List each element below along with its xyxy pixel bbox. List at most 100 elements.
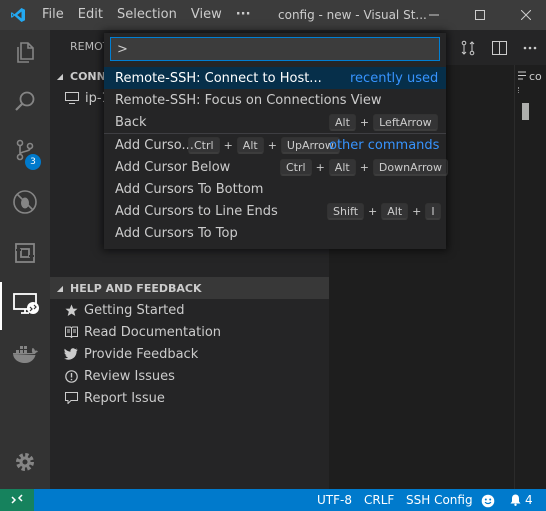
command-palette-input[interactable]: [110, 37, 440, 61]
command-label: Add Cursors to Line Ends: [115, 203, 278, 219]
command-label: Back: [115, 114, 147, 130]
monitor-icon: [62, 92, 82, 104]
help-item-report-issue[interactable]: Report Issue: [50, 387, 329, 409]
command-item[interactable]: Add Curso... Ctrl + Alt + UpArrow other …: [104, 134, 446, 156]
notifications-count: 4: [525, 493, 533, 507]
activity-remote-explorer[interactable]: [0, 282, 50, 330]
help-item-provide-feedback[interactable]: Provide Feedback: [50, 343, 329, 365]
key-label: I: [425, 202, 441, 220]
command-item[interactable]: Add Cursors To Top: [104, 222, 446, 244]
text-cursor: [522, 103, 529, 120]
command-item[interactable]: Add Cursors to Line Ends Shift + Alt + I: [104, 200, 446, 222]
menu-edit[interactable]: Edit: [71, 0, 110, 30]
activity-docker[interactable]: [0, 332, 50, 380]
split-editor-icon[interactable]: [484, 30, 514, 65]
docker-icon: [11, 343, 39, 369]
source-control-badge: 3: [25, 154, 41, 170]
book-icon: [61, 326, 81, 338]
help-item-getting-started[interactable]: Getting Started: [50, 299, 329, 321]
keybinding: Ctrl + Alt + UpArrow: [188, 136, 340, 154]
command-label: Add Cursor Below: [115, 159, 231, 175]
menu-view[interactable]: View: [184, 0, 229, 30]
activity-explorer[interactable]: [0, 30, 50, 78]
help-item-label: Provide Feedback: [84, 346, 199, 362]
minimap-marker: [518, 87, 521, 93]
command-label: Add Cursors To Bottom: [115, 181, 264, 197]
key-label: Alt: [329, 113, 356, 131]
remote-icon: [11, 493, 23, 508]
key-label: Ctrl: [280, 158, 312, 176]
debug-icon: [12, 189, 38, 219]
close-button[interactable]: [509, 0, 543, 30]
chevron-down-icon: ◢: [56, 283, 64, 293]
activity-source-control[interactable]: 3: [0, 128, 50, 176]
command-label: Add Curso...: [115, 137, 194, 153]
menu-file[interactable]: File: [35, 0, 71, 30]
remote-indicator[interactable]: [0, 489, 34, 511]
files-icon: [13, 40, 37, 68]
key-label: DownArrow: [372, 158, 448, 176]
title-bar: File Edit Selection View ··· config - ne…: [0, 0, 546, 30]
gear-icon: [13, 450, 37, 478]
menu-more[interactable]: ···: [229, 0, 258, 30]
menu-bar: File Edit Selection View ···: [35, 0, 258, 30]
feedback-smiley-icon[interactable]: [481, 493, 495, 508]
search-icon: [13, 89, 37, 117]
command-description: recently used: [350, 70, 439, 86]
help-item-label: Read Documentation: [84, 324, 222, 340]
command-item[interactable]: Remote-SSH: Focus on Connections View: [104, 89, 446, 111]
editor-tab-partial[interactable]: co: [518, 70, 542, 83]
star-icon: [61, 304, 81, 317]
maximize-button[interactable]: [463, 0, 497, 30]
key-label: Alt: [328, 158, 356, 176]
editor-outline-strip: co: [514, 65, 546, 489]
window-title: config - new - Visual St...: [278, 8, 427, 22]
comment-icon: [61, 392, 81, 404]
vscode-logo-icon: [0, 0, 35, 30]
menu-selection[interactable]: Selection: [110, 0, 184, 30]
keybinding: Ctrl + Alt + DownArrow: [280, 158, 448, 176]
key-label: Ctrl: [188, 136, 220, 154]
status-line-ending[interactable]: CRLF: [364, 489, 394, 511]
key-label: LeftArrow: [373, 113, 438, 131]
key-label: Shift: [327, 202, 365, 220]
minimize-button[interactable]: [417, 0, 451, 30]
command-item[interactable]: Back Alt + LeftArrow: [104, 111, 446, 133]
status-bar: UTF-8 CRLF SSH Config 4: [0, 489, 546, 511]
help-item-review-issues[interactable]: Review Issues: [50, 365, 329, 387]
chevron-down-icon: ◢: [56, 71, 64, 81]
key-label: Alt: [381, 202, 409, 220]
keybinding: Shift + Alt + I: [327, 202, 441, 220]
open-changes-icon[interactable]: [453, 30, 483, 65]
activity-manage[interactable]: [0, 440, 50, 488]
file-list-icon: [518, 70, 526, 83]
keybinding: Alt + LeftArrow: [329, 113, 438, 131]
command-palette: Remote-SSH: Connect to Host... recently …: [104, 33, 448, 249]
help-item-label: Report Issue: [84, 390, 165, 406]
issues-icon: [61, 369, 81, 383]
activity-extensions[interactable]: [0, 231, 50, 279]
more-actions-icon[interactable]: [515, 30, 545, 65]
status-encoding[interactable]: UTF-8: [317, 489, 352, 511]
command-item[interactable]: Add Cursors To Bottom: [104, 178, 446, 200]
command-label: Remote-SSH: Connect to Host...: [115, 70, 322, 86]
command-label: Add Cursors To Top: [115, 225, 238, 241]
twitter-icon: [61, 348, 81, 360]
activity-debug[interactable]: [0, 180, 50, 228]
command-description: other commands: [329, 137, 440, 153]
key-label: Alt: [236, 136, 264, 154]
help-item-label: Review Issues: [84, 368, 175, 384]
command-item[interactable]: Add Cursor Below Ctrl + Alt + DownArrow: [104, 156, 448, 178]
activity-bar: 3: [0, 30, 50, 489]
extensions-icon: [13, 241, 37, 269]
status-notifications[interactable]: 4: [510, 489, 533, 511]
help-item-label: Getting Started: [84, 302, 185, 318]
command-label: Remote-SSH: Focus on Connections View: [115, 92, 382, 108]
command-item[interactable]: Remote-SSH: Connect to Host... recently …: [104, 67, 446, 89]
status-language[interactable]: SSH Config: [406, 489, 473, 511]
activity-search[interactable]: [0, 79, 50, 127]
help-feedback-title: HELP AND FEEDBACK: [70, 281, 202, 295]
help-feedback-header[interactable]: ◢ HELP AND FEEDBACK: [50, 277, 329, 299]
remote-explorer-icon: [12, 292, 40, 320]
help-item-read-documentation[interactable]: Read Documentation: [50, 321, 329, 343]
